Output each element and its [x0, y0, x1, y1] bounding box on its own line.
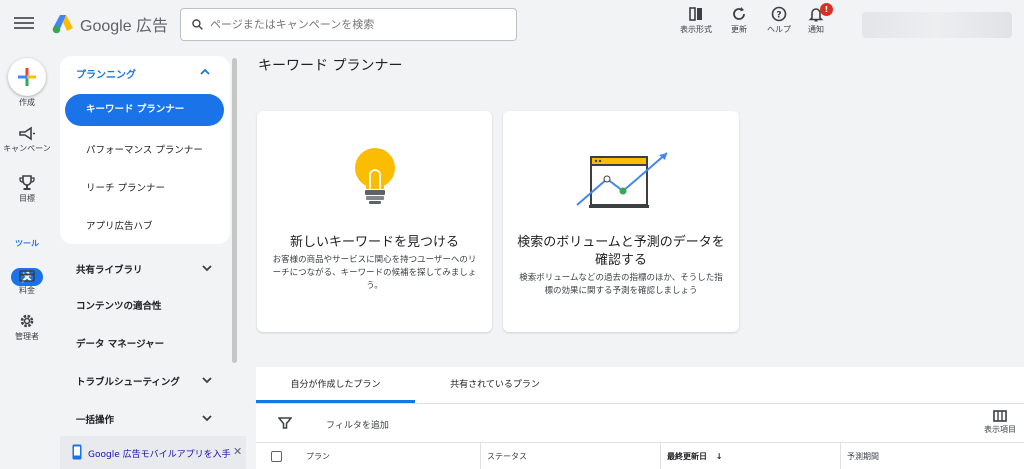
tools-sidebar: プランニング キーワード プランナー パフォーマンス プランナー リーチ プラン…: [60, 56, 230, 426]
phone-icon: [72, 444, 82, 460]
discover-keywords-title: 新しいキーワードを見つける: [289, 235, 459, 250]
sidebar-item-content-suitability[interactable]: コンテンツの適合性: [76, 298, 162, 312]
menu-icon[interactable]: [14, 14, 34, 34]
google-ads-logo[interactable]: Google 広告: [52, 12, 168, 36]
sidebar-item-shared-library[interactable]: 共有ライブラリ: [76, 262, 143, 276]
view-mode-label: 表示形式: [680, 25, 712, 34]
discover-keywords-card[interactable]: 新しいキーワードを見つける お客様の商品やサービスに関心を持つユーザーへのリーチ…: [257, 111, 492, 332]
help-icon: ?: [771, 6, 787, 22]
columns-button[interactable]: 表示項目: [978, 410, 1022, 435]
rail-item-billing[interactable]: 料金: [0, 286, 54, 296]
tab-shared-plans[interactable]: 共有されているプラン: [415, 367, 575, 403]
sort-arrow-icon: ↓: [715, 452, 723, 461]
svg-text:?: ?: [776, 11, 781, 21]
chevron-down-icon[interactable]: [201, 263, 213, 273]
refresh-label: 更新: [731, 25, 747, 34]
columns-label: 表示項目: [984, 425, 1016, 434]
rail-item-goals[interactable]: 目標: [0, 194, 54, 204]
search-icon: [192, 19, 203, 30]
sidebar-scrollbar[interactable]: [232, 58, 237, 363]
rail-item-tools[interactable]: ツール: [0, 239, 54, 249]
mobile-app-promo: Google 広告モバイルアプリを入手 ✕: [60, 436, 246, 469]
lightbulb-icon: [355, 148, 395, 204]
help-label: ヘルプ: [767, 25, 791, 34]
trend-chart-icon: [576, 152, 668, 208]
add-filter-button[interactable]: フィルタを追加: [326, 418, 389, 431]
view-mode-button[interactable]: 表示形式: [674, 6, 718, 35]
sidebar-item-keyword-planner[interactable]: キーワード プランナー: [65, 94, 224, 126]
search-input[interactable]: [210, 18, 500, 31]
search-box[interactable]: [180, 8, 517, 41]
tab-my-plans[interactable]: 自分が作成したプラン: [256, 367, 415, 403]
chevron-down-icon[interactable]: [201, 413, 213, 423]
refresh-button[interactable]: 更新: [717, 6, 761, 35]
trophy-icon[interactable]: [17, 173, 37, 193]
left-rail: 作成 キャンペーン 目標 ツール 料金 管理者: [0, 48, 54, 469]
notification-badge: !: [820, 3, 833, 16]
product-name: Google 広告: [80, 18, 169, 35]
megaphone-icon[interactable]: [17, 124, 37, 144]
credit-card-icon[interactable]: [17, 266, 37, 286]
rail-item-admin[interactable]: 管理者: [0, 332, 54, 342]
plans-table-header: プラン ステータス 最終更新日 ↓ 予測期間: [256, 442, 1024, 469]
chevron-up-icon[interactable]: [199, 67, 211, 77]
plans-panel: 自分が作成したプラン 共有されているプラン フィルタを追加 表示項目 プラン ス…: [256, 367, 1024, 469]
column-forecast-period[interactable]: 予測期間: [840, 443, 1024, 469]
create-button[interactable]: [8, 58, 46, 96]
sidebar-item-troubleshooting[interactable]: トラブルシューティング: [76, 374, 180, 388]
create-label: 作成: [19, 98, 35, 107]
filter-icon[interactable]: [278, 416, 292, 430]
column-plan[interactable]: プラン: [300, 443, 480, 469]
gear-icon[interactable]: [17, 311, 37, 331]
refresh-icon: [733, 7, 745, 20]
column-last-updated[interactable]: 最終更新日 ↓: [660, 443, 840, 469]
sidebar-item-reach-planner[interactable]: リーチ プランナー: [86, 180, 165, 194]
forecast-card[interactable]: 検索のボリュームと予測のデータを確認する 検索ボリュームなどの過去の指標のほか、…: [503, 111, 739, 332]
google-ads-logo-icon: [52, 15, 73, 34]
mobile-app-link[interactable]: Google 広告モバイルアプリを入手: [88, 447, 231, 460]
page-title: キーワード プランナー: [258, 58, 403, 74]
sidebar-item-bulk-actions[interactable]: 一括操作: [76, 412, 114, 426]
select-all-checkbox[interactable]: [271, 451, 282, 462]
forecast-title: 検索のボリュームと予測のデータを確認する: [517, 235, 725, 268]
chevron-down-icon[interactable]: [201, 375, 213, 385]
filter-row: フィルタを追加 表示項目: [256, 404, 1024, 442]
forecast-description: 検索ボリュームなどの過去の指標のほか、そうした指標の効果に関する予測を確認しまし…: [519, 273, 723, 296]
discover-keywords-description: お客様の商品やサービスに関心を持つユーザーへのリーチにつながる、キーワードの候補…: [272, 255, 477, 291]
planning-section: プランニング キーワード プランナー パフォーマンス プランナー リーチ プラン…: [60, 56, 230, 244]
sidebar-item-app-ads-hub[interactable]: アプリ広告ハブ: [86, 218, 153, 232]
notifications-button[interactable]: 通知 !: [794, 3, 838, 35]
top-header: Google 広告 表示形式 更新 ? ヘルプ 通知 !: [0, 0, 1024, 48]
column-last-updated-label: 最終更新日: [667, 452, 707, 461]
rail-item-campaigns[interactable]: キャンペーン: [0, 144, 54, 154]
view-mode-icon: [689, 7, 702, 21]
sidebar-item-data-manager[interactable]: データ マネージャー: [76, 336, 164, 350]
planning-heading[interactable]: プランニング: [76, 66, 136, 81]
columns-icon: [993, 410, 1007, 422]
plus-icon: [18, 68, 36, 86]
column-status[interactable]: ステータス: [480, 443, 660, 469]
account-info-blurred[interactable]: [862, 12, 1012, 38]
sidebar-item-performance-planner[interactable]: パフォーマンス プランナー: [86, 142, 203, 156]
close-icon[interactable]: ✕: [233, 445, 242, 458]
notifications-label: 通知: [808, 25, 824, 34]
